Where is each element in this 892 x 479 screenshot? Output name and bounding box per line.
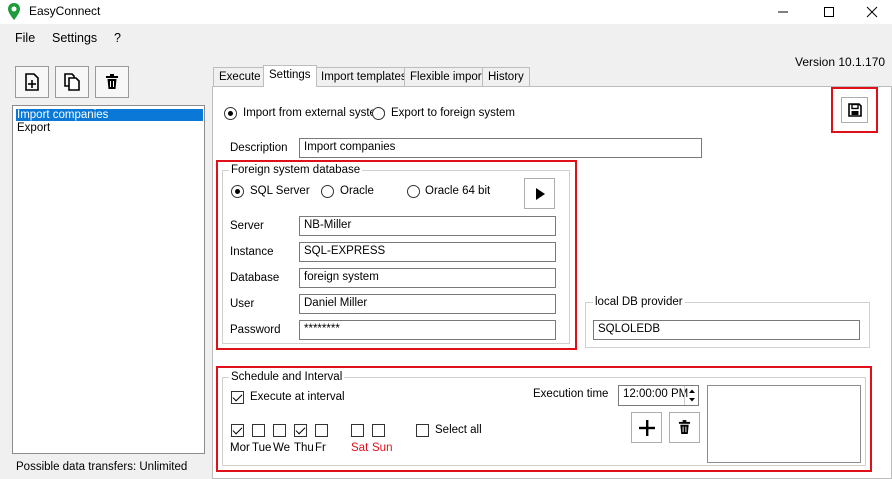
server-label: Server <box>230 220 264 232</box>
status-text: Possible data transfers: Unlimited <box>16 461 188 473</box>
oracle-radio[interactable] <box>321 185 334 198</box>
maximize-button[interactable] <box>806 0 852 24</box>
day-label-fri: Fr <box>315 442 326 454</box>
day-label-sun: Sun <box>372 442 393 454</box>
menu-bar <box>0 26 892 48</box>
new-item-button[interactable] <box>15 66 49 98</box>
trash-icon <box>106 74 118 89</box>
execute-interval-checkbox[interactable] <box>231 391 244 404</box>
menu-help[interactable]: ? <box>114 31 121 45</box>
close-button[interactable] <box>852 0 892 24</box>
delete-time-button[interactable] <box>669 412 700 443</box>
test-connection-button[interactable] <box>524 178 555 209</box>
password-input[interactable]: ******** <box>299 320 556 340</box>
add-document-icon <box>25 73 39 91</box>
password-label: Password <box>230 324 281 336</box>
day-label-sat: Sat <box>351 442 369 454</box>
database-input[interactable]: foreign system <box>299 268 556 288</box>
window-title: EasyConnect <box>29 4 101 18</box>
oracle-radio-label[interactable]: Oracle <box>340 185 374 197</box>
save-button[interactable] <box>841 97 868 123</box>
trash-icon <box>678 420 691 434</box>
execute-interval-label[interactable]: Execute at interval <box>250 391 345 403</box>
list-item-import-companies[interactable]: Import companies <box>16 109 203 121</box>
day-label-thu: Thu <box>294 442 314 454</box>
day-checkbox-fri[interactable] <box>315 424 328 437</box>
sqlserver-radio[interactable] <box>231 185 244 198</box>
plus-icon <box>638 419 655 436</box>
copy-document-icon <box>64 73 80 91</box>
day-checkbox-sun[interactable] <box>372 424 385 437</box>
copy-item-button[interactable] <box>55 66 89 98</box>
day-label-wed: We <box>273 442 291 454</box>
menu-file[interactable]: File <box>15 31 35 45</box>
execution-time-label: Execution time <box>533 388 609 400</box>
tab-execute[interactable]: Execute <box>213 67 267 86</box>
delete-item-button[interactable] <box>95 66 129 98</box>
list-item-export[interactable]: Export <box>16 122 51 134</box>
connection-list[interactable]: Import companies Export <box>12 105 205 454</box>
close-icon <box>866 6 878 18</box>
version-label: Version 10.1.170 <box>795 55 886 69</box>
day-label-mon: Mor <box>230 442 250 454</box>
day-label-tue: Tue <box>252 442 272 454</box>
execution-times-list[interactable] <box>707 385 861 463</box>
tab-settings[interactable]: Settings <box>263 65 317 87</box>
sqlserver-radio-label[interactable]: SQL Server <box>250 185 310 197</box>
import-radio[interactable] <box>224 107 237 120</box>
export-radio-label[interactable]: Export to foreign system <box>391 107 515 119</box>
database-label: Database <box>230 272 280 284</box>
day-checkbox-wed[interactable] <box>273 424 286 437</box>
export-radio[interactable] <box>372 107 385 120</box>
user-input[interactable]: Daniel Miller <box>299 294 556 314</box>
instance-label: Instance <box>230 246 274 258</box>
maximize-icon <box>824 7 834 17</box>
day-checkbox-mon[interactable] <box>231 424 244 437</box>
local-db-input[interactable]: SQLOLEDB <box>593 320 860 340</box>
spinner-arrows-icon <box>689 389 695 402</box>
day-checkbox-tue[interactable] <box>252 424 265 437</box>
foreign-db-legend: Foreign system database <box>229 164 363 176</box>
day-checkbox-sat[interactable] <box>351 424 364 437</box>
minimize-icon <box>778 11 788 13</box>
tab-import-templates[interactable]: Import templates <box>315 67 413 86</box>
title-bar <box>0 0 892 24</box>
app-logo-icon <box>8 3 20 20</box>
minimize-button[interactable] <box>760 0 806 24</box>
menu-settings[interactable]: Settings <box>52 31 97 45</box>
instance-input[interactable]: SQL-EXPRESS <box>299 242 556 262</box>
day-checkbox-thu[interactable] <box>294 424 307 437</box>
schedule-legend: Schedule and Interval <box>229 371 345 383</box>
user-label: User <box>230 298 255 310</box>
save-icon <box>847 103 862 117</box>
time-spinner[interactable] <box>684 386 698 405</box>
oracle64-radio-label[interactable]: Oracle 64 bit <box>425 185 490 197</box>
import-radio-label[interactable]: Import from external system <box>243 107 386 119</box>
select-all-label[interactable]: Select all <box>435 424 482 436</box>
tab-flexible-import[interactable]: Flexible import <box>404 67 491 86</box>
local-db-legend: local DB provider <box>593 296 685 308</box>
server-input[interactable]: NB-Miller <box>299 216 556 236</box>
play-icon <box>535 187 545 200</box>
tab-history[interactable]: History <box>482 67 530 86</box>
select-all-checkbox[interactable] <box>416 424 429 437</box>
oracle64-radio[interactable] <box>407 185 420 198</box>
description-label: Description <box>230 142 288 154</box>
add-time-button[interactable] <box>631 412 662 443</box>
description-input[interactable]: Import companies <box>299 138 702 158</box>
